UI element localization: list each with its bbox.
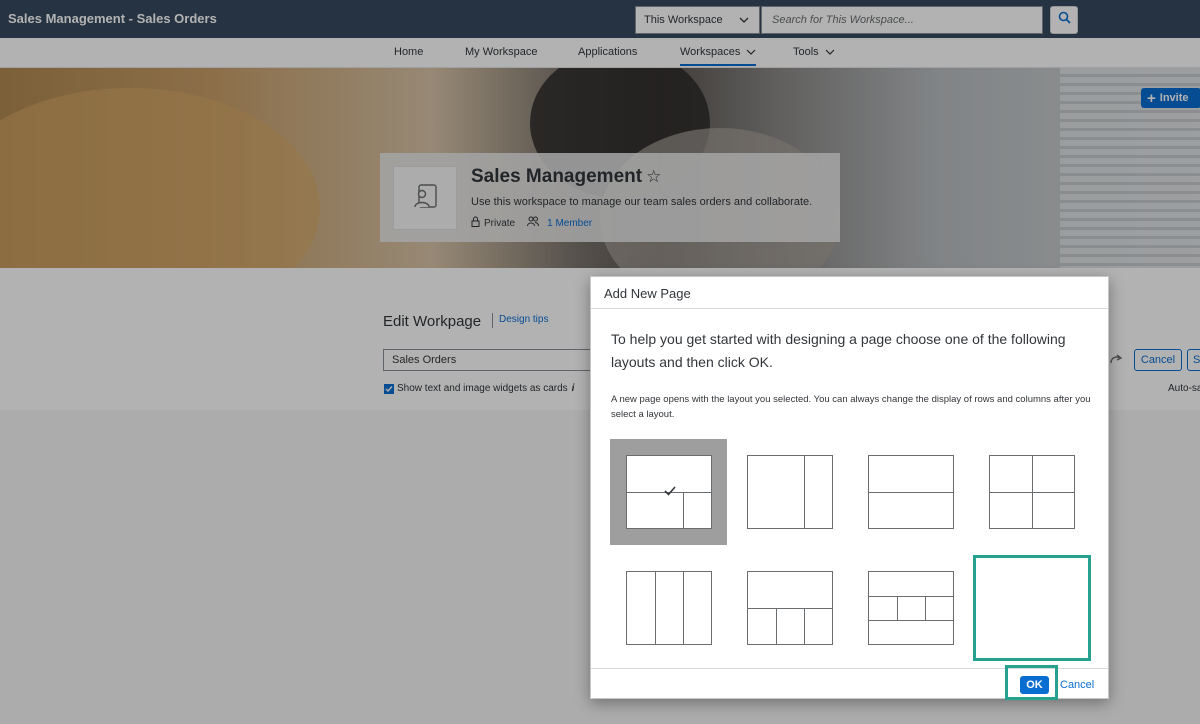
checkmark-icon [663, 484, 677, 502]
layout-option-6[interactable] [731, 555, 848, 661]
ok-button[interactable]: OK [1020, 676, 1049, 694]
layout-thumbnail [867, 455, 954, 529]
dialog-cancel-button[interactable]: Cancel [1060, 679, 1094, 691]
layout-option-5[interactable] [610, 555, 727, 661]
dialog-header: Add New Page [591, 277, 1108, 309]
layout-thumbnail [988, 455, 1075, 529]
layout-option-2[interactable] [731, 439, 848, 545]
layout-thumbnail [867, 571, 954, 645]
layout-thumbnail [625, 455, 712, 529]
layout-thumbnail [746, 455, 833, 529]
layout-option-8[interactable] [973, 555, 1091, 661]
dialog-intro-text: To help you get started with designing a… [611, 331, 1066, 370]
layout-option-3[interactable] [852, 439, 969, 545]
dialog-title: Add New Page [604, 286, 691, 301]
layout-thumbnail [989, 571, 1075, 645]
layout-thumbnail [625, 571, 712, 645]
add-new-page-dialog: Add New Page To help you get started wit… [590, 276, 1109, 700]
layout-option-4[interactable] [973, 439, 1090, 545]
layout-option-7[interactable] [852, 555, 969, 661]
dialog-note-text: A new page opens with the layout you sel… [611, 394, 1091, 420]
layout-thumbnail [746, 571, 833, 645]
layout-option-1[interactable] [610, 439, 727, 545]
